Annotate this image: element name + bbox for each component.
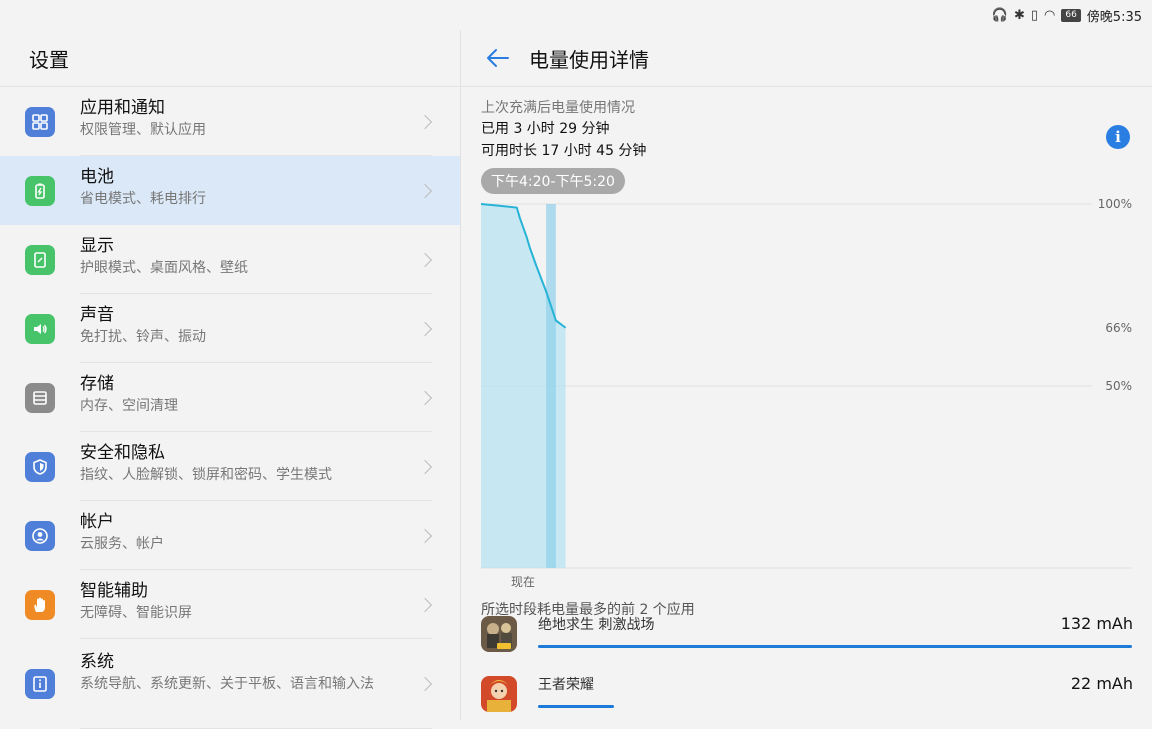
back-arrow-icon: [487, 49, 509, 67]
settings-item-text: 声音免打扰、铃声、振动: [80, 304, 400, 348]
app-usage-value: 22 mAh: [1070, 674, 1133, 693]
settings-item-text: 电池省电模式、耗电排行: [80, 166, 400, 210]
status-bar: 🎧 ✱ ▯ ◠ 66 傍晚5:35: [0, 0, 1152, 30]
available-time: 可用时长 17 小时 45 分钟: [481, 143, 647, 159]
honor-of-kings-game-icon: [481, 676, 517, 712]
battery-icon: 66: [1061, 8, 1081, 22]
settings-item-apps-notifications[interactable]: 应用和通知权限管理、默认应用: [0, 87, 460, 156]
settings-item-subtitle: 无障碍、智能识屏: [80, 605, 192, 621]
app-name: 绝地求生 刺激战场: [538, 617, 655, 633]
settings-item-text: 应用和通知权限管理、默认应用: [80, 97, 400, 141]
app-name: 王者荣耀: [538, 677, 594, 693]
app-usage-bar: [538, 705, 614, 708]
settings-item-text: 系统系统导航、系统更新、关于平板、语言和输入法: [80, 651, 400, 695]
settings-item-title: 存储: [80, 374, 114, 394]
detail-title: 电量使用详情: [529, 47, 649, 72]
chevron-right-icon: [417, 676, 433, 692]
chevron-right-icon: [417, 183, 433, 198]
display-icon: [25, 244, 55, 275]
time-range-pill[interactable]: 下午4:20-下午5:20: [481, 168, 625, 194]
chevron-right-icon: [417, 528, 433, 543]
settings-item-title: 应用和通知: [80, 98, 165, 118]
clock: 傍晚5:35: [1086, 9, 1142, 25]
system-info-icon: [25, 669, 55, 699]
account-icon: [25, 520, 55, 551]
shield-icon: [25, 451, 55, 482]
settings-panel: 设置 应用和通知权限管理、默认应用电池省电模式、耗电排行显示护眼模式、桌面风格、…: [0, 30, 461, 729]
chevron-right-icon: [417, 390, 433, 405]
used-time: 已用 3 小时 29 分钟: [481, 121, 610, 137]
bluetooth-icon: ✱: [1013, 7, 1025, 23]
chevron-right-icon: [417, 114, 433, 129]
since-full-charge-label: 上次充满后电量使用情况: [481, 100, 635, 116]
battery-chart-svg: 100% 66% 50%: [480, 198, 1132, 569]
battery-detail-panel: 电量使用详情 上次充满后电量使用情况 已用 3 小时 29 分钟 可用时长 17…: [461, 30, 1152, 720]
selected-period-highlight: [546, 204, 556, 568]
settings-item-subtitle: 系统导航、系统更新、关于平板、语言和输入法: [80, 676, 374, 692]
y-tick-label: 66%: [1105, 321, 1132, 335]
settings-title: 设置: [0, 30, 460, 87]
settings-item-sound[interactable]: 声音免打扰、铃声、振动: [0, 294, 460, 363]
settings-item-subtitle: 指纹、人脸解锁、锁屏和密码、学生模式: [80, 467, 332, 483]
back-button[interactable]: [483, 43, 513, 73]
settings-item-display[interactable]: 显示护眼模式、桌面风格、壁纸: [0, 225, 460, 294]
settings-item-smart-assist[interactable]: 智能辅助无障碍、智能识屏: [0, 570, 460, 639]
now-label: 现在: [511, 575, 536, 589]
info-icon[interactable]: i: [1106, 125, 1130, 149]
usage-summary: 上次充满后电量使用情况 已用 3 小时 29 分钟 可用时长 17 小时 45 …: [481, 98, 646, 162]
apps-grid-icon: [25, 106, 55, 137]
settings-item-title: 电池: [80, 167, 114, 187]
settings-item-subtitle: 护眼模式、桌面风格、壁纸: [80, 260, 248, 276]
settings-item-text: 存储 内存、空间清理: [80, 373, 400, 417]
settings-item-system[interactable]: 系统系统导航、系统更新、关于平板、语言和输入法: [0, 639, 460, 729]
wifi-icon: ◠: [1044, 7, 1056, 23]
y-tick-label: 50%: [1105, 379, 1132, 393]
settings-item-security-privacy[interactable]: 安全和隐私指纹、人脸解锁、锁屏和密码、学生模式: [0, 432, 460, 501]
battery-icon: [25, 175, 55, 206]
pubg-game-icon: [481, 616, 517, 652]
settings-item-subtitle: 云服务、帐户: [80, 536, 164, 552]
storage-icon: [25, 382, 55, 413]
y-tick-label: 100%: [1098, 198, 1132, 211]
settings-item-text: 智能辅助无障碍、智能识屏: [80, 580, 400, 624]
app-usage-value: 132 mAh: [1060, 614, 1133, 633]
settings-menu: 应用和通知权限管理、默认应用电池省电模式、耗电排行显示护眼模式、桌面风格、壁纸声…: [0, 87, 460, 729]
settings-item-title: 安全和隐私: [80, 443, 165, 463]
chevron-right-icon: [417, 321, 433, 336]
settings-item-title: 显示: [80, 236, 114, 256]
detail-header: 电量使用详情: [461, 30, 1152, 87]
settings-item-battery[interactable]: 电池省电模式、耗电排行: [0, 156, 460, 225]
settings-item-subtitle: 内存、空间清理: [80, 398, 178, 414]
battery-chart[interactable]: 100% 66% 50%: [461, 198, 1152, 590]
chevron-right-icon: [417, 459, 433, 474]
headphones-icon: 🎧: [991, 7, 1008, 23]
settings-item-subtitle: 权限管理、默认应用: [80, 122, 206, 138]
hand-icon: [25, 589, 55, 620]
settings-item-text: 显示护眼模式、桌面风格、壁纸: [80, 235, 400, 279]
settings-item-subtitle: 免打扰、铃声、振动: [80, 329, 206, 345]
battery-level: 66: [1065, 9, 1077, 20]
settings-item-storage[interactable]: 存储 内存、空间清理: [0, 363, 460, 432]
settings-item-text: 帐户 云服务、帐户: [80, 511, 400, 555]
settings-item-title: 智能辅助: [80, 581, 148, 601]
chevron-right-icon: [417, 252, 433, 267]
speaker-icon: [25, 313, 55, 344]
settings-item-text: 安全和隐私指纹、人脸解锁、锁屏和密码、学生模式: [80, 442, 400, 486]
settings-item-title: 声音: [80, 305, 114, 325]
chevron-right-icon: [417, 597, 433, 612]
app-usage-row[interactable]: 绝地求生 刺激战场 132 mAh: [481, 612, 1133, 668]
app-usage-bar: [538, 645, 1132, 648]
settings-item-subtitle: 省电模式、耗电排行: [80, 191, 206, 207]
vibrate-icon: ▯: [1030, 7, 1038, 23]
settings-item-accounts[interactable]: 帐户 云服务、帐户: [0, 501, 460, 570]
settings-item-title: 系统: [80, 652, 114, 672]
settings-item-title: 帐户: [80, 512, 114, 532]
